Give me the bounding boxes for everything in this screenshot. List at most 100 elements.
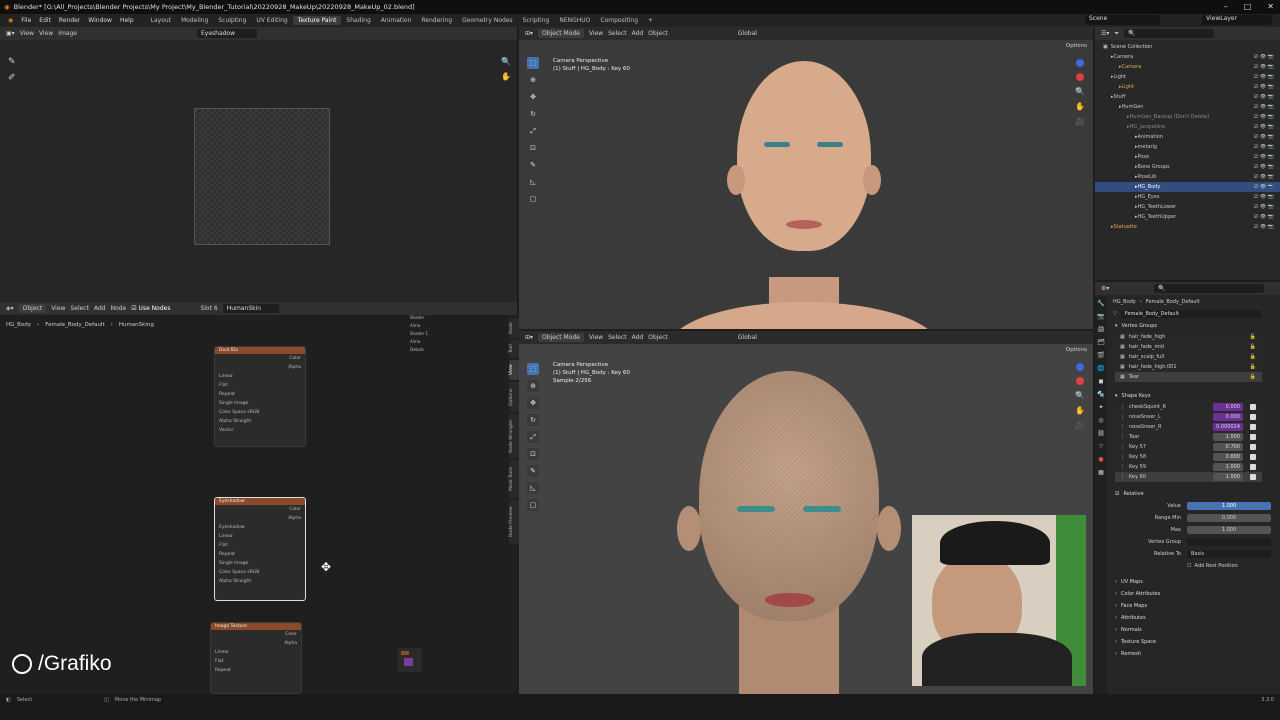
eyeshadow-texture-node[interactable]: Eyeshadow Color Alpha Eyeshadow Linear F… [214,497,306,601]
outliner-item[interactable]: ▸ HG_Jacqueline ☑ 👁 📷 [1095,122,1280,132]
data-tab-icon[interactable]: ▽ [1099,443,1104,450]
shape-key-item[interactable]: ⋮ Key 58 0.800 [1115,452,1262,462]
image-editor-type-icon[interactable]: ▣▾ [6,30,15,37]
side-tab-node[interactable]: Node [509,318,519,338]
transform-tool-icon[interactable]: ⊡ [527,448,539,460]
menu-select[interactable]: Select [70,305,89,312]
add-workspace-button[interactable]: + [643,16,658,25]
shape-key-value[interactable]: 1.000 [1213,433,1243,441]
outliner-type-icon[interactable]: ☰▾ [1101,30,1109,37]
node-row[interactable]: Flat [219,381,227,390]
tab-layout[interactable]: Layout [146,16,176,25]
vertex-group-item[interactable]: ▦ hair_fade_mid 🔓 [1115,342,1262,352]
shape-key-item[interactable]: ⋮ cheekSquint_R 0.000 [1115,402,1262,412]
tab-modeling[interactable]: Modeling [176,16,213,25]
image-name-field[interactable]: Eyeshadow [196,29,257,38]
node-row[interactable]: Linear [219,532,233,541]
node-row[interactable]: Linear [215,648,229,657]
visibility-toggles[interactable]: ☑ 👁 📷 [1254,114,1280,120]
shape-key-item[interactable]: ⋮ noseSneer_R 0.000024 [1115,422,1262,432]
node-row[interactable]: Repeat [219,390,235,399]
menu-help[interactable]: Help [116,17,138,24]
outliner-search-field[interactable]: 🔍 [1124,29,1215,38]
outliner-item[interactable]: ▸ HG_Eyes ☑ 👁 📷 [1095,192,1280,202]
shape-key-item[interactable]: ⋮ Key 59 1.000 [1115,462,1262,472]
value-slider[interactable]: 1.000 [1187,502,1271,510]
zoom-icon[interactable]: 🔍 [1075,87,1085,96]
annotate-tool-icon[interactable]: ✎ [527,159,539,171]
outliner-item[interactable]: ▸ Light ☑ 👁 📷 [1095,82,1280,92]
scene-selector[interactable]: Scene [1085,15,1160,25]
measure-tool-icon[interactable]: ◺ [527,176,539,188]
maximize-button[interactable]: □ [1244,2,1252,11]
modifier-tab-icon[interactable]: 🔩 [1097,391,1104,398]
visibility-toggles[interactable]: ☑ 👁 📷 [1254,224,1280,230]
node-row[interactable]: Repeat [219,550,235,559]
use-nodes-checkbox[interactable]: ☑ Use Nodes [131,305,170,312]
select-tool-icon[interactable]: ⬚ [527,363,539,375]
node-image-name[interactable]: Eyeshadow [219,523,245,532]
visibility-toggles[interactable]: ☑ 👁 📷 [1254,154,1280,160]
properties-section-header[interactable]: › Face Maps [1109,600,1280,612]
visibility-toggles[interactable]: ☑ 👁 📷 [1254,54,1280,60]
node-type-object[interactable]: Object [18,304,47,313]
menu-view[interactable]: View [39,30,53,37]
tab-rendering[interactable]: Rendering [416,16,457,25]
scale-tool-icon[interactable]: ⤢ [527,125,539,137]
add-rest-position-checkbox[interactable]: ☐ [1187,563,1191,569]
menu-add[interactable]: Add [632,334,644,341]
mini-list-item[interactable]: Details [410,346,462,354]
tab-animation[interactable]: Animation [376,16,417,25]
lock-icon[interactable]: 🔓 [1250,354,1256,360]
relative-checkbox-row[interactable]: ☑ Relative [1109,488,1280,500]
menu-select[interactable]: Select [608,334,627,341]
mesh-data-field[interactable]: Female_Body_Default [1120,310,1261,318]
outliner-item[interactable]: ▸ HG_Body ☑ 👁 📷 [1095,182,1280,192]
shape-key-mute-checkbox[interactable] [1250,444,1256,450]
shape-key-item[interactable]: ⋮ Key 60 1.000 [1115,472,1262,482]
visibility-toggles[interactable]: ☑ 👁 📷 [1254,194,1280,200]
add-cube-tool-icon[interactable]: ▢ [527,499,539,511]
outliner-item[interactable]: ▸ PoseLib ☑ 👁 📷 [1095,172,1280,182]
mini-list-item[interactable]: Alma [410,322,462,330]
outliner-item[interactable]: ▸ Camera ☑ 👁 📷 [1095,62,1280,72]
outliner-item[interactable]: ▸ Statuette ☑ 👁 📷 [1095,222,1280,232]
properties-section-header[interactable]: › Remesh [1109,648,1280,660]
scene-tab-icon[interactable]: 🎬 [1097,352,1104,359]
visibility-toggles[interactable]: ☑ 👁 📷 [1254,144,1280,150]
shape-keys-panel-header[interactable]: ▾ Shape Keys [1109,390,1280,402]
annotate-tool-icon[interactable]: ✎ [527,465,539,477]
menu-window[interactable]: Window [84,17,116,24]
scale-tool-icon[interactable]: ⤢ [527,431,539,443]
node-editor-type-icon[interactable]: ◈▾ [6,305,14,312]
navigation-gizmo[interactable]: 🔍 ✋ 🎥 [1075,363,1085,430]
shape-key-value[interactable]: 0.700 [1213,443,1243,451]
properties-section-header[interactable]: › UV Maps [1109,576,1280,588]
hand-pan-icon[interactable]: ✋ [1075,406,1085,415]
options-button[interactable]: Options [1066,347,1087,353]
tab-scripting[interactable]: Scripting [518,16,555,25]
relative-checkbox[interactable]: ☑ [1115,491,1119,497]
properties-section-header[interactable]: › Attributes [1109,612,1280,624]
lock-icon[interactable]: 🔓 [1250,364,1256,370]
tab-geometry-nodes[interactable]: Geometry Nodes [457,16,518,25]
properties-section-header[interactable]: › Texture Space [1109,636,1280,648]
outliner-item[interactable]: ▸ Pose ☑ 👁 📷 [1095,152,1280,162]
outliner-root[interactable]: ▣ Scene Collection [1095,42,1280,52]
properties-search-field[interactable]: 🔍 [1154,284,1265,293]
material-name-field[interactable]: HumanSkin [222,304,279,313]
vertex-group-item[interactable]: ▦ hair_fade_high 🔓 [1115,332,1262,342]
lock-icon[interactable]: 🔓 [1250,334,1256,340]
shape-key-value[interactable]: 0.000024 [1213,423,1243,431]
menu-select[interactable]: Select [608,30,627,37]
cursor-tool-icon[interactable]: ⊕ [527,74,539,86]
shape-key-item[interactable]: ⋮ noseSneer_L 0.000 [1115,412,1262,422]
hand-pan-icon[interactable]: ✋ [1075,102,1085,111]
node-row[interactable]: Single Image [219,559,248,568]
node-row[interactable]: Color Space sRGB [219,568,259,577]
menu-view[interactable]: View [589,30,603,37]
orientation-selector[interactable]: Global [738,30,757,37]
zoom-icon[interactable]: 🔍 [501,57,511,66]
filter-icon[interactable]: ⏷ [1114,30,1119,38]
navigation-gizmo[interactable]: 🔍 ✋ 🎥 [1075,59,1085,126]
